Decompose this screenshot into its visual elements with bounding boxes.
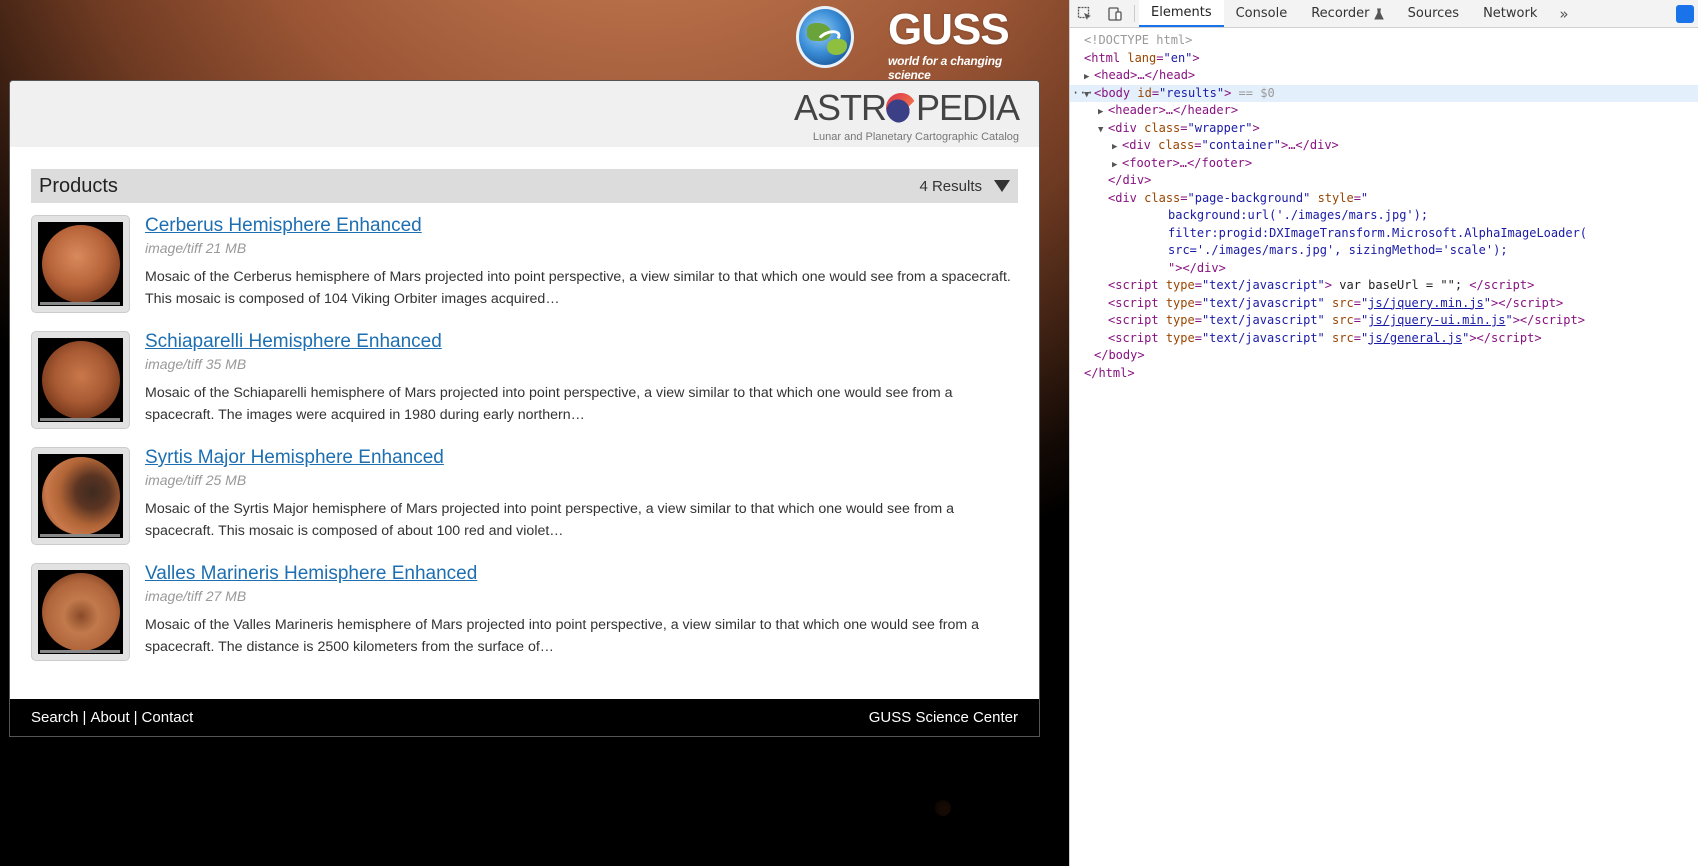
dom-node-style: src='./images/mars.jpg', sizingMethod='s… — [1168, 243, 1508, 257]
results-card: ASTR PEDIA Lunar and Planetary Cartograph… — [9, 80, 1040, 737]
products-section: Products 4 Results Cerberus Hemisphere E… — [31, 169, 1018, 667]
script-src-link[interactable]: js/jquery-ui.min.js — [1368, 313, 1505, 327]
guss-logo-mark: GUSS — [888, 5, 1010, 54]
mars-hemisphere-image — [42, 341, 120, 419]
dom-node[interactable]: ▶ <footer>…</footer> — [1070, 155, 1698, 173]
globe-logo-icon[interactable] — [796, 6, 854, 68]
result-item: Syrtis Major Hemisphere Enhanced image/t… — [31, 447, 1018, 551]
dom-node[interactable]: </div> — [1070, 172, 1698, 190]
result-file-meta: image/tiff 35 MB — [145, 356, 247, 372]
products-title: Products — [39, 174, 118, 197]
result-file-meta: image/tiff 27 MB — [145, 588, 247, 604]
footer-separator: | — [82, 709, 87, 726]
site-subtitle: Lunar and Planetary Cartographic Catalog — [812, 131, 1019, 143]
tab-console[interactable]: Console — [1224, 0, 1300, 27]
tab-recorder-label: Recorder — [1311, 6, 1370, 21]
dom-node[interactable]: ▶ <div class="container">…</div> — [1070, 137, 1698, 155]
inspect-element-icon[interactable] — [1070, 0, 1100, 27]
astropedia-logo[interactable]: ASTR PEDIA Lunar and Planetary Cartograph… — [793, 87, 1020, 144]
result-thumbnail[interactable] — [31, 215, 130, 313]
astropedia-logo-text-right: PEDIA — [915, 87, 1020, 128]
dom-tree: <!DOCTYPE html> <html lang="en"> ▶ <head>… — [1070, 28, 1698, 382]
dom-node-style: filter:progid:DXImageTransform.Microsoft… — [1168, 225, 1588, 240]
mars-crater — [935, 800, 951, 816]
footer-center-name[interactable]: GUSS Science Center — [869, 709, 1018, 726]
result-thumbnail[interactable] — [31, 331, 130, 429]
device-toolbar-icon[interactable] — [1100, 0, 1130, 27]
flask-icon — [1373, 8, 1384, 19]
result-title-link[interactable]: Schiaparelli Hemisphere Enhanced — [145, 331, 1015, 353]
result-file-meta: image/tiff 21 MB — [145, 240, 247, 256]
dom-node[interactable]: </html> — [1070, 365, 1698, 383]
site-footer: Search | About | Contact GUSS Science Center — [10, 699, 1039, 736]
result-file-meta: image/tiff 25 MB — [145, 472, 247, 488]
result-title-link[interactable]: Syrtis Major Hemisphere Enhanced — [145, 447, 1015, 469]
mars-hemisphere-image — [42, 225, 120, 303]
footer-nav: Search | About | Contact — [31, 709, 869, 726]
dom-node[interactable]: <script type="text/javascript" src="js/j… — [1070, 312, 1698, 330]
dom-node-style: "></div> — [1168, 260, 1226, 275]
more-actions-icon[interactable]: ··· — [1072, 85, 1094, 103]
result-title-link[interactable]: Valles Marineris Hemisphere Enhanced — [145, 563, 1015, 585]
astropedia-logo-text-left: ASTR — [793, 87, 887, 128]
devtools-panel: Elements Console Recorder Sources Networ… — [1069, 0, 1698, 866]
dom-node-selected[interactable]: ··· ▼ <body id="results"> == $0 — [1070, 84, 1698, 103]
more-tabs-chevron-icon[interactable]: » — [1549, 0, 1578, 27]
dom-node[interactable]: ▼ <div class="wrapper"> — [1070, 120, 1698, 138]
result-item: Cerberus Hemisphere Enhanced image/tiff … — [31, 215, 1018, 319]
results-count: 4 Results — [919, 177, 982, 195]
script-src-link[interactable]: js/general.js — [1368, 331, 1462, 345]
tab-recorder[interactable]: Recorder — [1299, 0, 1395, 27]
result-title-link[interactable]: Cerberus Hemisphere Enhanced — [145, 215, 1015, 237]
dom-node[interactable]: ▶ <head>…</head> — [1070, 67, 1698, 85]
guss-logo[interactable]: GUSS world for a changing science — [888, 5, 1040, 83]
mars-hemisphere-image — [42, 573, 120, 651]
footer-link-search[interactable]: Search — [31, 709, 79, 726]
result-description: Mosaic of the Cerberus hemisphere of Mar… — [145, 269, 1011, 307]
dom-node-style: background:url('./images/mars.jpg'); — [1168, 208, 1429, 222]
result-thumbnail[interactable] — [31, 563, 130, 661]
collapse-toggle-icon[interactable] — [994, 180, 1010, 192]
dom-node[interactable]: <div class="page-background" style=" — [1070, 190, 1698, 208]
dom-node[interactable]: ▶ <header>…</header> — [1070, 102, 1698, 120]
dom-node[interactable]: <script type="text/javascript"> var base… — [1070, 277, 1698, 295]
dom-node[interactable]: <script type="text/javascript" src="js/j… — [1070, 295, 1698, 313]
browser-viewport: GUSS world for a changing science ASTR PE… — [0, 0, 1069, 866]
result-item: Valles Marineris Hemisphere Enhanced ima… — [31, 563, 1018, 667]
dom-node[interactable]: <script type="text/javascript" src="js/g… — [1070, 330, 1698, 348]
footer-separator: | — [133, 709, 138, 726]
tab-network[interactable]: Network — [1471, 0, 1549, 27]
issues-badge-icon[interactable] — [1676, 5, 1694, 23]
footer-link-contact[interactable]: Contact — [142, 709, 194, 726]
products-header-bar: Products 4 Results — [31, 169, 1018, 203]
script-src-link[interactable]: js/jquery.min.js — [1368, 296, 1484, 310]
tab-elements[interactable]: Elements — [1139, 0, 1224, 27]
devtools-toolbar: Elements Console Recorder Sources Networ… — [1070, 0, 1698, 28]
result-description: Mosaic of the Schiaparelli hemisphere of… — [145, 385, 953, 423]
result-description: Mosaic of the Syrtis Major hemisphere of… — [145, 501, 955, 539]
result-item: Schiaparelli Hemisphere Enhanced image/t… — [31, 331, 1018, 435]
comet-logo-icon — [885, 93, 916, 123]
site-header: ASTR PEDIA Lunar and Planetary Cartograph… — [10, 81, 1039, 147]
dom-node[interactable]: <!DOCTYPE html> — [1070, 32, 1698, 50]
tab-sources[interactable]: Sources — [1396, 0, 1471, 27]
dom-node[interactable]: <html lang="en"> — [1070, 50, 1698, 68]
result-description: Mosaic of the Valles Marineris hemispher… — [145, 617, 980, 655]
footer-link-about[interactable]: About — [90, 709, 129, 726]
dom-node[interactable]: </body> — [1070, 347, 1698, 365]
guss-logo-tagline: world for a changing science — [888, 54, 1003, 82]
mars-hemisphere-image — [42, 457, 120, 535]
result-thumbnail[interactable] — [31, 447, 130, 545]
